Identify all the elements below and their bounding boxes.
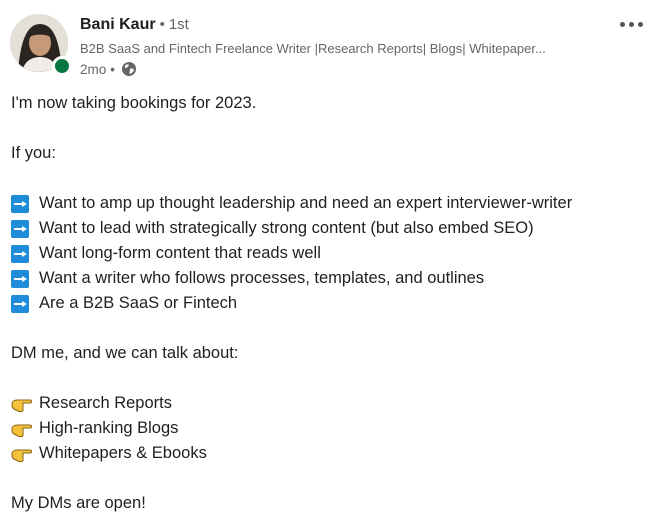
bullet-item: Want to amp up thought leadership and ne…	[11, 191, 651, 216]
more-horizontal-icon	[619, 21, 625, 27]
bullet-text: Want to amp up thought leadership and ne…	[39, 194, 573, 212]
post-meta: 2mo •	[80, 61, 137, 77]
post-time: 2mo	[80, 61, 107, 77]
topic-item: High-ranking Blogs	[11, 416, 651, 441]
more-dot	[637, 21, 643, 27]
author-name-row[interactable]: Bani Kaur • 1st	[80, 16, 189, 34]
bullet-item: Want long-form content that reads well	[11, 241, 651, 266]
bullet-text: Want a writer who follows processes, tem…	[39, 269, 485, 287]
topic-text: High-ranking Blogs	[39, 419, 179, 437]
post-intro: I'm now taking bookings for 2023.	[11, 94, 257, 112]
post-body: I'm now taking bookings for 2023. If you…	[11, 91, 651, 516]
globe-icon	[122, 62, 136, 76]
more-options-button[interactable]	[614, 8, 648, 40]
blue-right-arrow-icon	[11, 294, 29, 313]
topic-text: Whitepapers & Ebooks	[39, 444, 207, 462]
author-headline: B2B SaaS and Fintech Freelance Writer |R…	[80, 41, 546, 56]
author-avatar[interactable]	[10, 14, 72, 76]
bullet-text: Are a B2B SaaS or Fintech	[39, 294, 238, 312]
pointing-hand-icon	[11, 424, 32, 437]
blue-right-arrow-icon	[11, 269, 29, 288]
pointing-hand-icon	[11, 399, 32, 412]
pointing-hand-icon	[11, 449, 32, 462]
blue-right-arrow-icon	[11, 219, 29, 238]
topic-text: Research Reports	[39, 394, 172, 412]
bullet-item: Are a B2B SaaS or Fintech	[11, 291, 651, 316]
bullet-text: Want to lead with strategically strong c…	[39, 219, 534, 237]
post-if-you: If you:	[11, 144, 56, 162]
bullet-item: Want a writer who follows processes, tem…	[11, 266, 651, 291]
topic-item: Whitepapers & Ebooks	[11, 441, 651, 466]
topic-item: Research Reports	[11, 391, 651, 416]
connection-degree: • 1st	[159, 16, 189, 33]
post-header: Bani Kaur • 1st B2B SaaS and Fintech Freel…	[0, 0, 657, 90]
bullet-text: Want long-form content that reads well	[39, 244, 321, 262]
more-dot	[628, 21, 634, 27]
blue-right-arrow-icon	[11, 244, 29, 263]
meta-separator: •	[110, 61, 115, 77]
post-closing: My DMs are open!	[11, 494, 146, 512]
author-name[interactable]: Bani Kaur	[80, 16, 156, 33]
bullet-item: Want to lead with strategically strong c…	[11, 216, 651, 241]
post-dm-line: DM me, and we can talk about:	[11, 344, 239, 362]
blue-right-arrow-icon	[11, 194, 29, 213]
online-status-indicator	[52, 56, 72, 76]
